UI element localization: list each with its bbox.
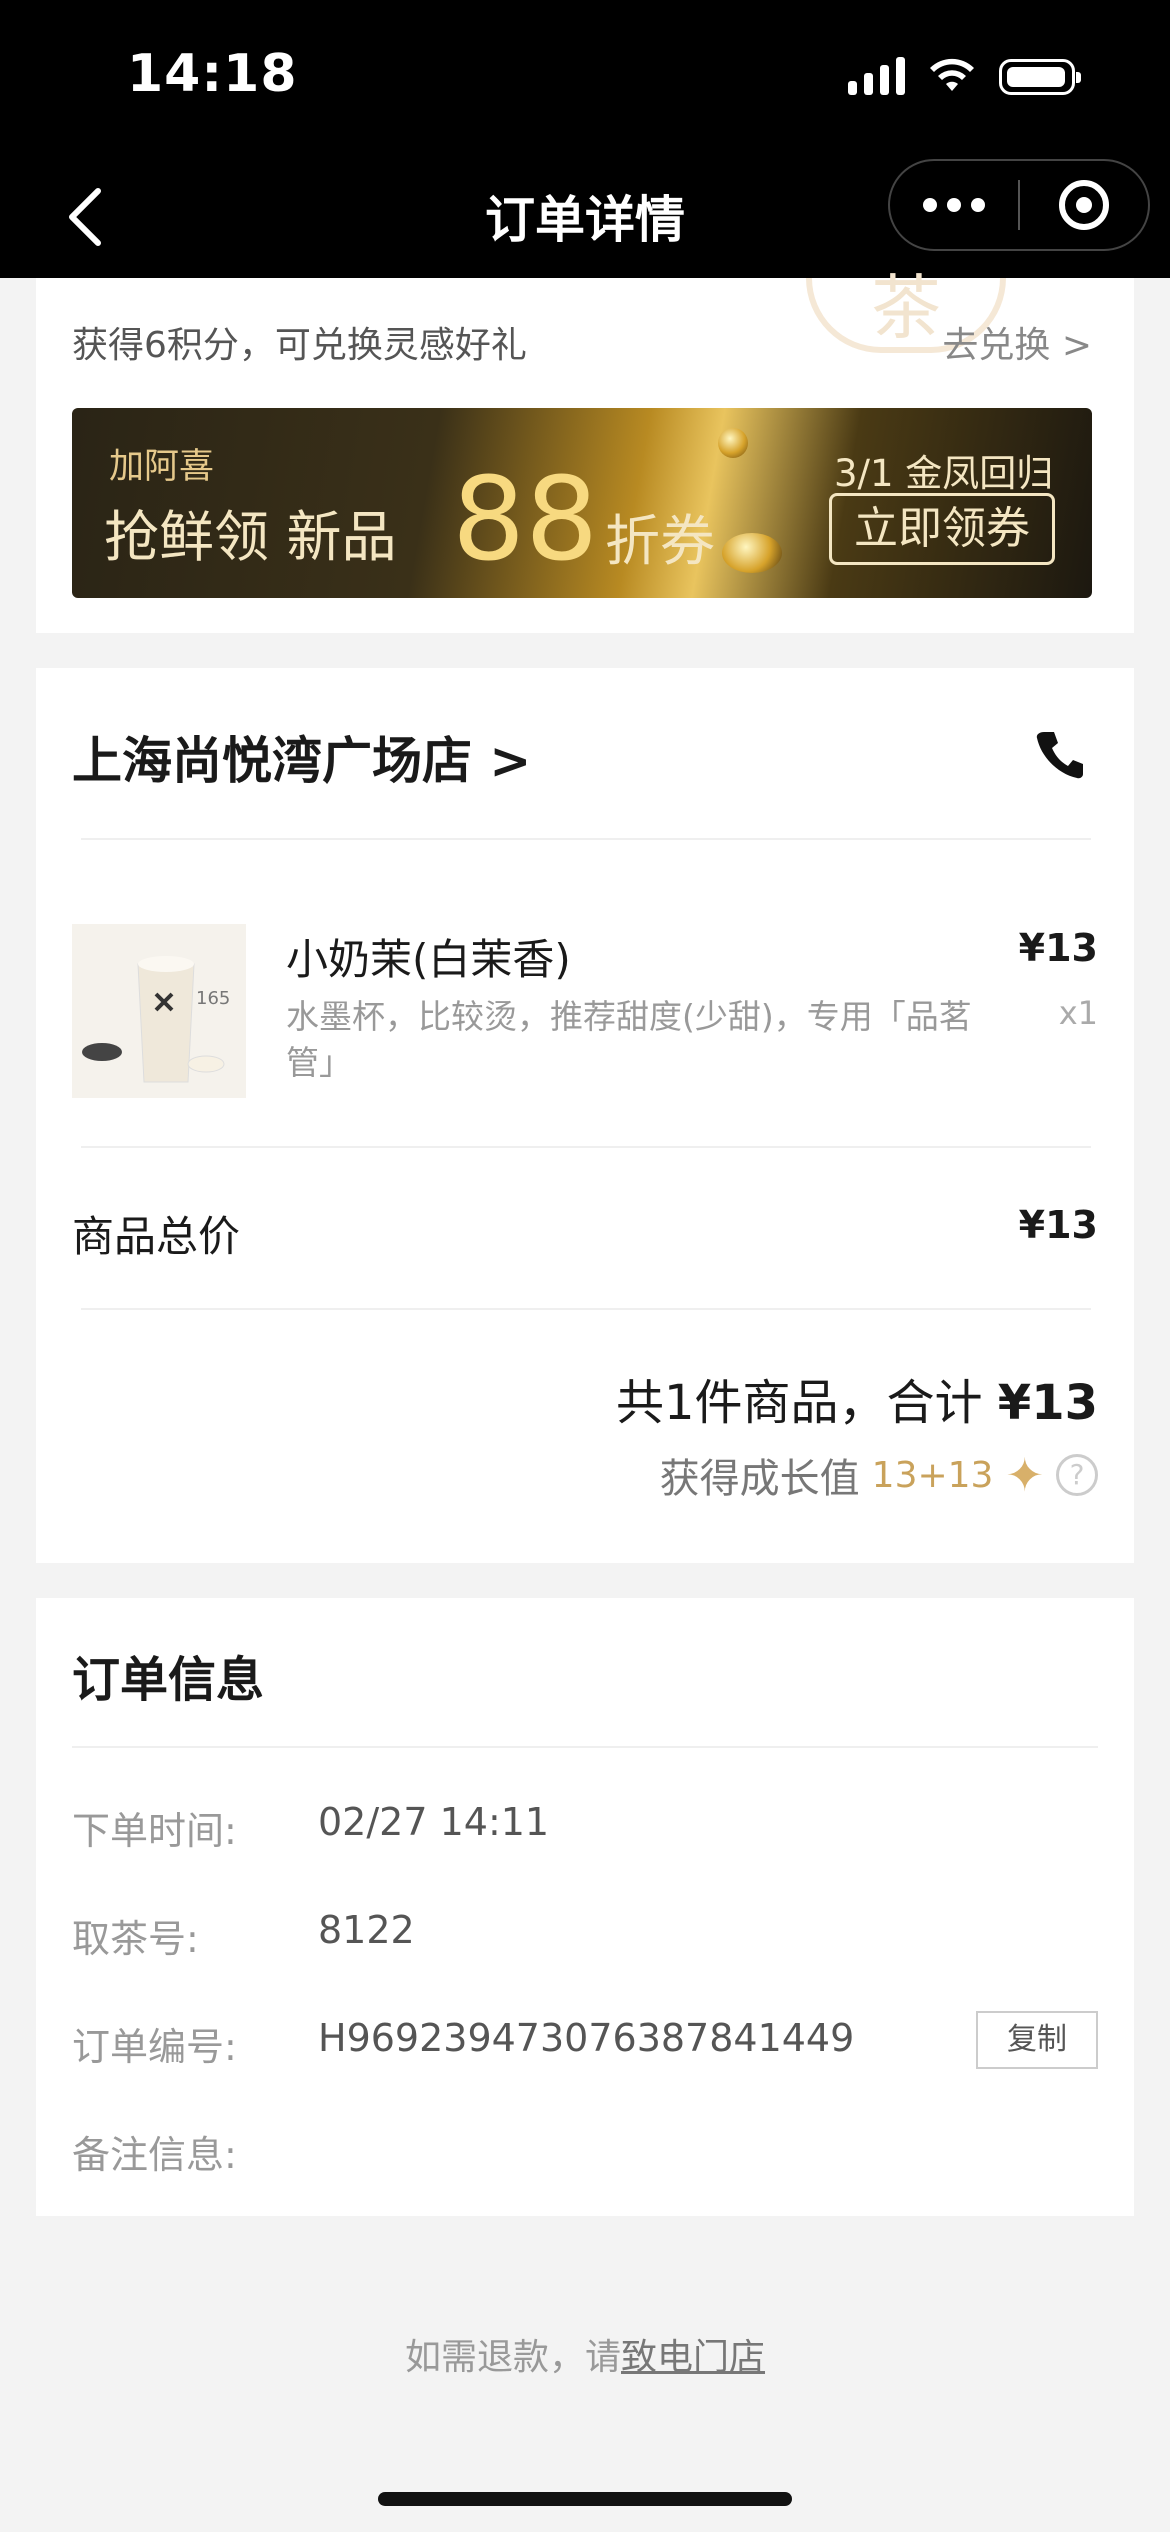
note-label: 备注信息: <box>72 2133 237 2177</box>
redeem-link[interactable]: 去兑换 > <box>942 316 1092 368</box>
sparkle-icon: ✦ <box>1005 1448 1044 1502</box>
banner-tail-text: 折券 <box>605 509 716 573</box>
total-prefix: 共1件商品，合计 <box>615 1375 998 1431</box>
order-card: 上海尚悦湾广场店 > 165 小奶茉(白茉香) 水墨杯，比较烫，推荐甜度(少甜)… <box>36 668 1134 1563</box>
product-price: ¥13 <box>1018 926 1098 970</box>
pickup-number-value: 8122 <box>318 1908 415 1952</box>
total-value: ¥13 <box>997 1375 1098 1431</box>
order-time-value: 02/27 14:11 <box>318 1800 550 1844</box>
call-store-link[interactable]: 致电门店 <box>621 2337 765 2378</box>
banner-date: 3/1 金凤回归 <box>834 452 1054 495</box>
growth-value-row: 获得成长值 13+13 ✦ ? <box>660 1446 1098 1504</box>
order-time-label: 下单时间: <box>72 1809 237 1853</box>
help-icon[interactable]: ? <box>1056 1454 1098 1496</box>
status-icons <box>848 55 1081 95</box>
growth-label: 获得成长值 <box>659 1456 860 1502</box>
oil-drop-decoration <box>722 533 782 573</box>
oil-drop-decoration <box>718 428 748 458</box>
copy-button[interactable]: 复制 <box>976 2011 1098 2069</box>
order-total: 共1件商品，合计 ¥13 <box>616 1363 1098 1433</box>
promo-banner[interactable]: 加阿喜 抢鲜领 新品 88 折券 3/1 金凤回归 立即领券 <box>72 408 1092 598</box>
product-name: 小奶茉(白茉香) <box>286 935 571 984</box>
more-icon[interactable] <box>890 198 1018 212</box>
status-time: 14:18 <box>127 44 298 104</box>
order-info-card: 订单信息 下单时间: 02/27 14:11 取茶号: 8122 订单编号: H… <box>36 1598 1134 2216</box>
mini-program-capsule <box>888 159 1150 251</box>
product-quantity: x1 <box>1058 994 1098 1032</box>
battery-icon <box>999 59 1081 95</box>
product-spec: 水墨杯，比较烫，推荐甜度(少甜)，专用「品茗管」 <box>286 997 972 1082</box>
signal-icon <box>848 55 905 95</box>
wifi-icon <box>930 58 974 91</box>
phone-icon[interactable] <box>1032 726 1088 782</box>
banner-discount-number: 88 <box>452 453 599 587</box>
banner-main-text: 抢鲜领 新品 <box>104 505 397 569</box>
banner-brand: 加阿喜 <box>109 447 215 487</box>
subtotal-value: ¥13 <box>1018 1203 1098 1247</box>
divider <box>81 1146 1091 1148</box>
claim-coupon-button[interactable]: 立即领券 <box>829 493 1055 565</box>
close-target-icon[interactable] <box>1020 180 1148 230</box>
order-number-value: H969239473076387841449 <box>318 2016 855 2060</box>
order-info-title: 订单信息 <box>72 1652 265 1708</box>
home-indicator <box>378 2492 792 2506</box>
growth-value: 13+13 <box>871 1454 994 1496</box>
order-number-label: 订单编号: <box>72 2025 237 2069</box>
refund-note-prefix: 如需退款，请 <box>404 2337 621 2378</box>
product-image-label: 165 <box>196 988 231 1009</box>
subtotal-label: 商品总价 <box>72 1212 241 1261</box>
divider <box>72 1746 1098 1748</box>
status-bar: 14:18 <box>0 0 1170 155</box>
nav-bar: 订单详情 <box>0 155 1170 278</box>
store-name-link[interactable]: 上海尚悦湾广场店 > <box>72 721 531 793</box>
product-image: 165 <box>72 924 246 1098</box>
refund-note: 如需退款，请致电门店 <box>0 2328 1170 2380</box>
pickup-number-label: 取茶号: <box>72 1917 199 1961</box>
points-card: 茶 获得6积分，可兑换灵感好礼 去兑换 > 加阿喜 抢鲜领 新品 88 折券 3… <box>36 273 1134 633</box>
points-text: 获得6积分，可兑换灵感好礼 <box>72 325 527 366</box>
divider <box>81 838 1091 840</box>
divider <box>81 1308 1091 1310</box>
